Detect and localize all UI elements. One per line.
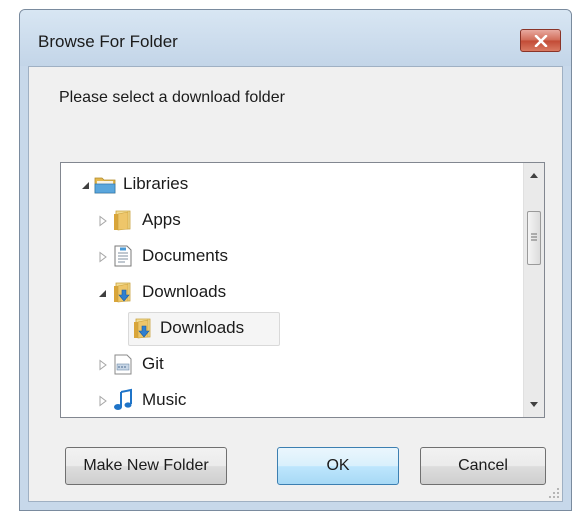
dialog-prompt: Please select a download folder <box>59 89 285 106</box>
tree-item-label: Downloads <box>160 318 245 337</box>
tree-item-label: Git <box>142 354 164 373</box>
vertical-scrollbar[interactable] <box>523 163 544 417</box>
browse-for-folder-dialog: Browse For Folder Please select a downlo… <box>19 9 572 511</box>
downloads-folder-icon <box>134 318 151 339</box>
tree-item-documents[interactable]: Documents <box>61 239 524 275</box>
expanded-arrow-icon[interactable] <box>80 179 92 191</box>
dialog-title: Browse For Folder <box>38 32 178 51</box>
scroll-grip-icon <box>531 233 537 241</box>
tree-item-git[interactable]: Git <box>61 347 524 383</box>
git-icon <box>114 354 132 375</box>
tree-item-label: Downloads <box>142 282 227 301</box>
libraries-icon <box>94 177 116 194</box>
collapsed-arrow-icon[interactable] <box>97 359 109 371</box>
cancel-button[interactable]: Cancel <box>420 447 546 485</box>
tree-item-libraries[interactable]: Libraries <box>61 167 524 203</box>
documents-icon <box>114 245 132 267</box>
music-icon <box>114 388 132 410</box>
folder-icon <box>114 210 131 231</box>
tree-item-label: Documents <box>142 246 228 265</box>
title-bar[interactable]: Browse For Folder <box>20 10 571 66</box>
resize-grip-icon[interactable] <box>548 487 560 499</box>
tree-item-music[interactable]: Music <box>61 383 524 417</box>
ok-button[interactable]: OK <box>277 447 399 485</box>
expanded-arrow-icon[interactable] <box>97 287 109 299</box>
collapsed-arrow-icon[interactable] <box>97 215 109 227</box>
tree-item-label: Apps <box>142 210 181 229</box>
collapsed-arrow-icon[interactable] <box>97 395 109 407</box>
make-new-folder-button[interactable]: Make New Folder <box>65 447 227 485</box>
tree-item-label: Music <box>142 390 187 409</box>
tree-item-label: Libraries <box>123 174 189 193</box>
scroll-up-arrow-icon[interactable] <box>524 167 544 185</box>
folder-tree[interactable]: Libraries Apps Documents Downloads Downl… <box>60 162 545 418</box>
tree-item-downloads-selected[interactable]: Downloads <box>61 311 524 347</box>
downloads-folder-icon <box>114 282 131 303</box>
dialog-body: Please select a download folder Librarie… <box>28 66 563 502</box>
tree-item-downloads[interactable]: Downloads <box>61 275 524 311</box>
scroll-down-arrow-icon[interactable] <box>524 395 544 413</box>
close-button[interactable] <box>520 29 561 52</box>
close-icon <box>534 35 548 47</box>
tree-item-apps[interactable]: Apps <box>61 203 524 239</box>
collapsed-arrow-icon[interactable] <box>97 251 109 263</box>
scroll-thumb[interactable] <box>527 211 541 265</box>
